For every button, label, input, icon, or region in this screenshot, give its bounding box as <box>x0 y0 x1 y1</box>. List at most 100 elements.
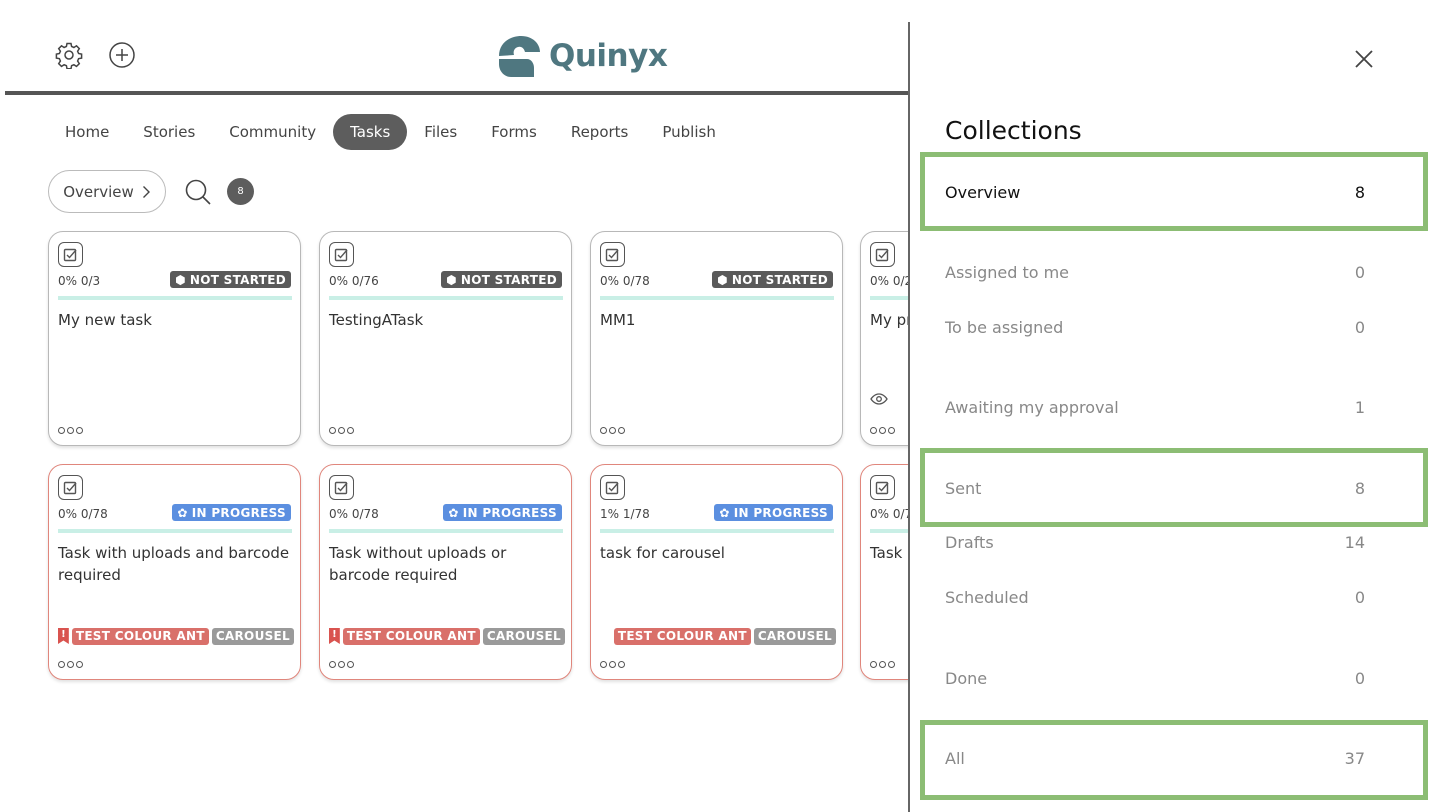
task-card-my-new-task[interactable]: 0% 0/3 ⬢ NOT STARTED My new task <box>48 231 301 446</box>
status-badge: ✿ IN PROGRESS <box>443 504 562 521</box>
task-card-partial[interactable]: 0% 0/2 My pr <box>860 231 908 446</box>
box-icon: ⬢ <box>175 272 186 287</box>
more-options-icon[interactable] <box>600 661 625 668</box>
tag-label: CAROUSEL <box>753 627 836 645</box>
status-label: IN PROGRESS <box>462 505 557 520</box>
tag-label: CAROUSEL <box>482 627 565 645</box>
breadcrumb-overview[interactable]: Overview <box>48 170 166 213</box>
collection-label: Awaiting my approval <box>945 397 1119 417</box>
task-progress: 0% 0/7 <box>870 507 908 521</box>
checkbox-task-icon <box>870 475 895 500</box>
collection-count: 0 <box>1354 587 1365 607</box>
task-card-no-uploads[interactable]: 0% 0/78 ✿ IN PROGRESS Task without upload… <box>319 464 572 680</box>
task-count-badge: 8 <box>227 178 254 205</box>
more-options-icon[interactable] <box>329 427 354 434</box>
more-options-icon[interactable] <box>329 661 354 668</box>
collection-awaiting-approval[interactable]: Awaiting my approval 1 <box>945 389 1365 425</box>
checkbox-task-icon <box>870 242 895 267</box>
task-card-partial-2[interactable]: 0% 0/7 Task <box>860 464 908 680</box>
collection-count: 0 <box>1354 262 1365 282</box>
checkbox-task-icon <box>58 475 83 500</box>
collection-label: To be assigned <box>945 317 1064 337</box>
collection-assigned-to-me[interactable]: Assigned to me 0 <box>945 254 1365 290</box>
collection-all[interactable]: All 37 <box>945 740 1365 776</box>
progress-bar <box>58 529 292 533</box>
status-badge: ⬢ NOT STARTED <box>441 271 562 288</box>
plus-circle-icon[interactable] <box>108 41 136 69</box>
progress-bar <box>329 529 563 533</box>
more-options-icon[interactable] <box>870 427 895 434</box>
task-card-uploads-barcode[interactable]: 0% 0/78 ✿ IN PROGRESS Task with uploads a… <box>48 464 301 680</box>
task-title: task for carousel <box>600 544 725 562</box>
collection-count: 1 <box>1354 397 1365 417</box>
collection-drafts[interactable]: Drafts 14 <box>945 524 1365 560</box>
tag-label: TEST COLOUR ANT <box>71 627 209 645</box>
tag-row: TEST COLOUR ANT CAROUSEL <box>600 627 836 645</box>
collection-label: Assigned to me <box>945 262 1070 282</box>
task-title: Task <box>870 544 903 562</box>
brand-logo: Quinyx <box>497 34 668 78</box>
progress-bar <box>870 529 908 533</box>
collection-done[interactable]: Done 0 <box>945 660 1365 696</box>
search-icon[interactable] <box>184 178 212 206</box>
nav-reports[interactable]: Reports <box>554 114 646 150</box>
quinyx-logo-icon <box>499 36 540 77</box>
task-progress: 0% 0/78 <box>329 507 379 521</box>
collection-count: 8 <box>1354 478 1365 498</box>
more-options-icon[interactable] <box>58 427 83 434</box>
checkbox-task-icon <box>329 242 354 267</box>
nav-community[interactable]: Community <box>212 114 333 150</box>
collections-panel: Collections Overview 8 Assigned to me 0 … <box>908 22 1440 812</box>
status-label: IN PROGRESS <box>191 505 286 520</box>
more-options-icon[interactable] <box>870 661 895 668</box>
task-progress: 0% 0/76 <box>329 274 379 288</box>
progress-bar <box>870 296 908 300</box>
close-icon[interactable] <box>1352 47 1376 71</box>
nav-forms[interactable]: Forms <box>474 114 554 150</box>
task-card-mm1[interactable]: 0% 0/78 ⬢ NOT STARTED MM1 <box>590 231 843 446</box>
nav-home[interactable]: Home <box>48 114 126 150</box>
checkbox-task-icon <box>329 475 354 500</box>
collection-label: Overview <box>945 182 1021 202</box>
task-card-carousel[interactable]: 1% 1/78 ✿ IN PROGRESS task for carousel T… <box>590 464 843 680</box>
tag-label: TEST COLOUR ANT <box>613 627 751 645</box>
task-card-testingatask[interactable]: 0% 0/76 ⬢ NOT STARTED TestingATask <box>319 231 572 446</box>
tag-label: TEST COLOUR ANT <box>342 627 480 645</box>
nav-files[interactable]: Files <box>407 114 474 150</box>
box-icon: ⬢ <box>717 272 728 287</box>
task-title: TestingATask <box>329 311 424 329</box>
gear-icon[interactable] <box>55 41 83 69</box>
box-icon: ⬢ <box>446 272 457 287</box>
status-badge: ⬢ NOT STARTED <box>170 271 291 288</box>
task-title: My new task <box>58 311 152 329</box>
task-progress: 0% 0/78 <box>58 507 108 521</box>
task-title: My pr <box>870 311 908 329</box>
more-options-icon[interactable] <box>600 427 625 434</box>
gear-small-icon: ✿ <box>177 505 188 520</box>
status-label: NOT STARTED <box>460 272 557 287</box>
nav-publish[interactable]: Publish <box>645 114 732 150</box>
collection-count: 37 <box>1344 748 1365 768</box>
status-badge: ✿ IN PROGRESS <box>714 504 833 521</box>
nav-tasks[interactable]: Tasks <box>333 114 408 150</box>
collection-to-be-assigned[interactable]: To be assigned 0 <box>945 309 1365 345</box>
task-progress: 0% 0/3 <box>58 274 101 288</box>
gear-small-icon: ✿ <box>719 505 730 520</box>
main-nav: Home Stories Community Tasks Files Forms… <box>48 112 733 152</box>
panel-title: Collections <box>945 116 1082 145</box>
collection-overview[interactable]: Overview 8 <box>945 174 1365 210</box>
checkbox-task-icon <box>58 242 83 267</box>
task-progress: 0% 0/78 <box>600 274 650 288</box>
collection-sent[interactable]: Sent 8 <box>945 470 1365 506</box>
checkbox-task-icon <box>600 475 625 500</box>
breadcrumb-label: Overview <box>63 182 134 201</box>
task-progress: 0% 0/2 <box>870 274 908 288</box>
eye-icon <box>870 393 888 405</box>
collection-label: All <box>945 748 965 768</box>
more-options-icon[interactable] <box>58 661 83 668</box>
tag-label: CAROUSEL <box>211 627 294 645</box>
progress-bar <box>600 296 834 300</box>
collection-scheduled[interactable]: Scheduled 0 <box>945 579 1365 615</box>
task-progress: 1% 1/78 <box>600 507 650 521</box>
nav-stories[interactable]: Stories <box>126 114 212 150</box>
